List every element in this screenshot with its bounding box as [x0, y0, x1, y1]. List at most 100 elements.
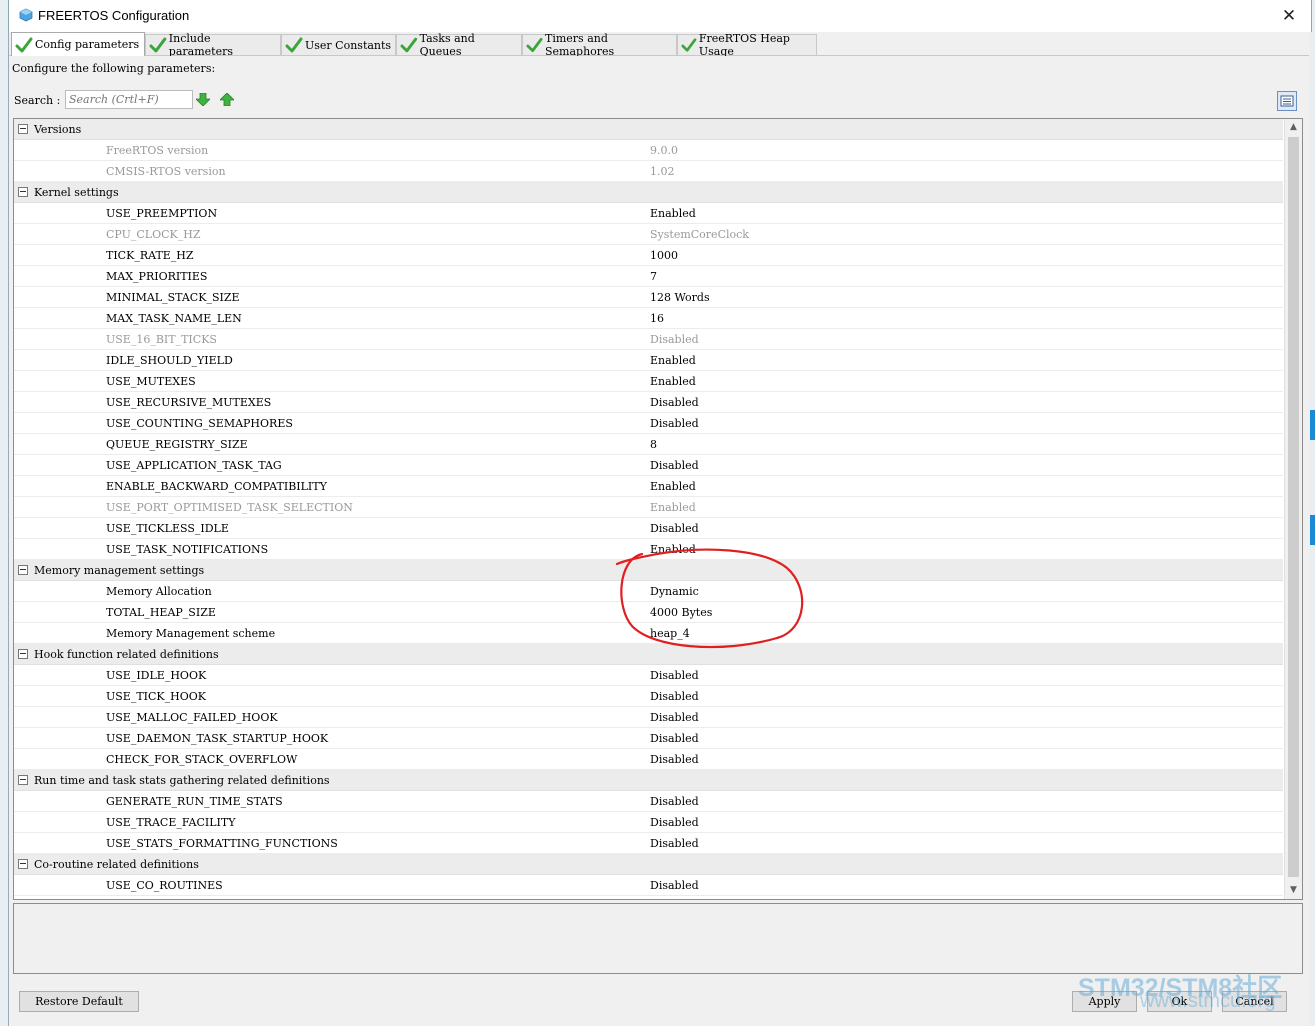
parameter-row[interactable]: MAX_PRIORITIES 7: [14, 266, 1283, 287]
group-row[interactable]: Memory management settings: [14, 560, 1283, 581]
parameter-row[interactable]: Memory Management scheme heap_4: [14, 623, 1283, 644]
parameter-value[interactable]: 1000: [650, 249, 678, 262]
parameter-row[interactable]: Memory Allocation Dynamic: [14, 581, 1283, 602]
search-previous-arrow-icon[interactable]: [220, 93, 234, 106]
parameter-row[interactable]: ENABLE_BACKWARD_COMPATIBILITY Enabled: [14, 476, 1283, 497]
parameter-row[interactable]: QUEUE_REGISTRY_SIZE 8: [14, 434, 1283, 455]
tab-timers-and-semaphores[interactable]: Timers and Semaphores: [522, 32, 677, 58]
parameter-row[interactable]: USE_PORT_OPTIMISED_TASK_SELECTION Enabled: [14, 497, 1283, 518]
parameter-value[interactable]: 8: [650, 438, 657, 451]
parameter-value[interactable]: Disabled: [650, 396, 699, 409]
parameter-value[interactable]: Enabled: [650, 480, 696, 493]
parameter-value[interactable]: Disabled: [650, 753, 699, 766]
parameter-value[interactable]: Enabled: [650, 543, 696, 556]
parameter-row[interactable]: USE_STATS_FORMATTING_FUNCTIONS Disabled: [14, 833, 1283, 854]
parameter-name: USE_CO_ROUTINES: [106, 879, 223, 892]
parameter-row[interactable]: USE_DAEMON_TASK_STARTUP_HOOK Disabled: [14, 728, 1283, 749]
parameter-value[interactable]: Enabled: [650, 375, 696, 388]
parameter-value[interactable]: 128 Words: [650, 291, 710, 304]
group-row[interactable]: Versions: [14, 119, 1283, 140]
parameter-value[interactable]: Disabled: [650, 879, 699, 892]
parameter-row[interactable]: USE_IDLE_HOOK Disabled: [14, 665, 1283, 686]
parameter-value[interactable]: Disabled: [650, 417, 699, 430]
scrollbar-thumb[interactable]: [1288, 137, 1299, 877]
collapse-toggle-icon[interactable]: [18, 649, 28, 659]
restore-default-button[interactable]: Restore Default: [19, 991, 139, 1012]
parameter-value[interactable]: Disabled: [650, 459, 699, 472]
parameter-value[interactable]: Enabled: [650, 354, 696, 367]
parameter-row[interactable]: TICK_RATE_HZ 1000: [14, 245, 1283, 266]
parameter-name: MAX_TASK_NAME_LEN: [106, 312, 242, 325]
parameter-row[interactable]: USE_COUNTING_SEMAPHORES Disabled: [14, 413, 1283, 434]
parameter-row[interactable]: USE_TICKLESS_IDLE Disabled: [14, 518, 1283, 539]
tab-include-parameters[interactable]: Include parameters: [145, 32, 281, 58]
parameter-row[interactable]: FreeRTOS version 9.0.0: [14, 140, 1283, 161]
parameter-name: USE_APPLICATION_TASK_TAG: [106, 459, 282, 472]
parameter-name: Memory Management scheme: [106, 627, 276, 640]
collapse-toggle-icon[interactable]: [18, 775, 28, 785]
tab-freertos-heap-usage[interactable]: FreeRTOS Heap Usage: [677, 32, 817, 58]
title-bar: FREERTOS Configuration ✕: [8, 0, 1312, 32]
group-row[interactable]: Co-routine related definitions: [14, 854, 1283, 875]
parameter-value[interactable]: Disabled: [650, 669, 699, 682]
parameter-row[interactable]: USE_TICK_HOOK Disabled: [14, 686, 1283, 707]
search-next-arrow-icon[interactable]: [196, 93, 210, 106]
parameter-row[interactable]: IDLE_SHOULD_YIELD Enabled: [14, 350, 1283, 371]
parameter-name: QUEUE_REGISTRY_SIZE: [106, 438, 248, 451]
parameter-row[interactable]: TOTAL_HEAP_SIZE 4000 Bytes: [14, 602, 1283, 623]
parameter-row[interactable]: MINIMAL_STACK_SIZE 128 Words: [14, 287, 1283, 308]
parameter-value[interactable]: 4000 Bytes: [650, 606, 712, 619]
parameter-row[interactable]: CPU_CLOCK_HZ SystemCoreClock: [14, 224, 1283, 245]
parameter-value: SystemCoreClock: [650, 228, 749, 241]
parameter-row[interactable]: USE_CO_ROUTINES Disabled: [14, 875, 1283, 896]
parameter-value[interactable]: Disabled: [650, 837, 699, 850]
parameter-value[interactable]: Dynamic: [650, 585, 699, 598]
parameter-row[interactable]: USE_TRACE_FACILITY Disabled: [14, 812, 1283, 833]
parameter-value[interactable]: Enabled: [650, 207, 696, 220]
parameter-name: USE_PREEMPTION: [106, 207, 218, 220]
parameter-row[interactable]: USE_PREEMPTION Enabled: [14, 203, 1283, 224]
tab-tasks-and-queues[interactable]: Tasks and Queues: [396, 32, 522, 58]
tab-label: Config parameters: [35, 38, 140, 51]
tab-user-constants[interactable]: User Constants: [281, 34, 396, 55]
collapse-toggle-icon[interactable]: [18, 187, 28, 197]
parameter-row[interactable]: CMSIS-RTOS version 1.02: [14, 161, 1283, 182]
group-row[interactable]: Run time and task stats gathering relate…: [14, 770, 1283, 791]
parameter-row[interactable]: USE_RECURSIVE_MUTEXES Disabled: [14, 392, 1283, 413]
parameter-value[interactable]: Disabled: [650, 816, 699, 829]
tab-config-parameters[interactable]: Config parameters: [11, 32, 145, 56]
cube-app-icon: [19, 8, 33, 22]
parameter-value[interactable]: Disabled: [650, 522, 699, 535]
parameter-name: USE_16_BIT_TICKS: [106, 333, 217, 346]
close-button[interactable]: ✕: [1267, 0, 1311, 32]
parameter-row[interactable]: USE_MUTEXES Enabled: [14, 371, 1283, 392]
parameter-value[interactable]: Disabled: [650, 732, 699, 745]
group-row[interactable]: Hook function related definitions: [14, 644, 1283, 665]
parameter-row[interactable]: MAX_TASK_NAME_LEN 16: [14, 308, 1283, 329]
collapse-toggle-icon[interactable]: [18, 124, 28, 134]
parameter-value[interactable]: heap_4: [650, 627, 690, 640]
parameter-value[interactable]: 16: [650, 312, 664, 325]
parameter-name: USE_STATS_FORMATTING_FUNCTIONS: [106, 837, 338, 850]
parameter-row[interactable]: GENERATE_RUN_TIME_STATS Disabled: [14, 791, 1283, 812]
group-row[interactable]: Kernel settings: [14, 182, 1283, 203]
check-icon: [149, 37, 167, 53]
parameter-value[interactable]: Disabled: [650, 690, 699, 703]
parameter-value[interactable]: Disabled: [650, 795, 699, 808]
parameter-row[interactable]: USE_MALLOC_FAILED_HOOK Disabled: [14, 707, 1283, 728]
parameter-row[interactable]: USE_16_BIT_TICKS Disabled: [14, 329, 1283, 350]
parameter-row[interactable]: USE_APPLICATION_TASK_TAG Disabled: [14, 455, 1283, 476]
list-view-toggle-icon[interactable]: [1277, 91, 1297, 111]
parameter-row[interactable]: CHECK_FOR_STACK_OVERFLOW Disabled: [14, 749, 1283, 770]
parameter-value[interactable]: Disabled: [650, 711, 699, 724]
collapse-toggle-icon[interactable]: [18, 565, 28, 575]
scroll-up-arrow-icon[interactable]: ▲: [1285, 119, 1302, 136]
parameter-value[interactable]: 7: [650, 270, 657, 283]
vertical-scrollbar[interactable]: ▲ ▼: [1284, 119, 1302, 899]
parameter-row[interactable]: MAX_CO_ROUTINE_PRIORITIES2: [14, 896, 1283, 899]
scroll-down-arrow-icon[interactable]: ▼: [1285, 882, 1302, 899]
search-input[interactable]: [65, 90, 193, 109]
parameter-row[interactable]: USE_TASK_NOTIFICATIONS Enabled: [14, 539, 1283, 560]
dialog-content: Configure the following parameters: Sear…: [9, 56, 1309, 1018]
collapse-toggle-icon[interactable]: [18, 859, 28, 869]
